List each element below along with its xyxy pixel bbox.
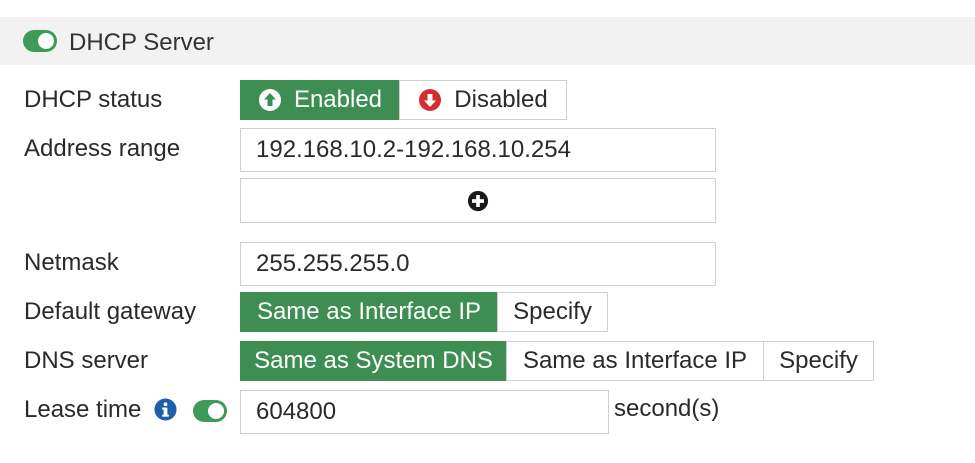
plus-circle-icon <box>467 190 489 211</box>
info-icon[interactable] <box>154 398 177 421</box>
gateway-same-as-interface-button[interactable]: Same as Interface IP <box>240 292 498 332</box>
address-range-input[interactable]: 192.168.10.2-192.168.10.254 <box>240 128 716 172</box>
enabled-label: Enabled <box>293 86 383 113</box>
lease-time-toggle[interactable] <box>193 400 227 422</box>
toggle-knob <box>38 33 54 49</box>
arrow-up-circle-icon <box>258 89 281 111</box>
address-range-label: Address range <box>24 135 181 162</box>
dhcp-status-label: DHCP status <box>24 86 163 113</box>
dns-same-as-system-button[interactable]: Same as System DNS <box>240 341 507 381</box>
disabled-label: Disabled <box>454 86 548 113</box>
default-gateway-label: Default gateway <box>24 298 197 325</box>
netmask-label: Netmask <box>24 249 119 276</box>
dns-server-label: DNS server <box>24 347 149 374</box>
dns-specify-button[interactable]: Specify <box>763 341 874 381</box>
arrow-down-circle-icon <box>419 89 442 111</box>
dhcp-status-enabled-button[interactable]: Enabled <box>240 80 400 120</box>
netmask-input[interactable]: 255.255.255.0 <box>240 242 716 286</box>
dhcp-server-toggle[interactable] <box>23 30 57 52</box>
dns-server-segment: Same as System DNS Same as Interface IP … <box>240 341 874 381</box>
default-gateway-segment: Same as Interface IP Specify <box>240 292 608 332</box>
lease-time-label: Lease time <box>24 396 142 423</box>
lease-time-input[interactable]: 604800 <box>240 390 609 434</box>
add-address-range-button[interactable] <box>240 178 716 223</box>
dhcp-status-segment: Enabled Disabled <box>240 80 567 120</box>
dhcp-status-disabled-button[interactable]: Disabled <box>399 80 567 120</box>
toggle-knob <box>208 403 224 419</box>
section-title: DHCP Server <box>69 29 214 56</box>
lease-time-unit: second(s) <box>614 395 720 422</box>
dns-same-as-interface-button[interactable]: Same as Interface IP <box>506 341 764 381</box>
gateway-specify-button[interactable]: Specify <box>497 292 608 332</box>
